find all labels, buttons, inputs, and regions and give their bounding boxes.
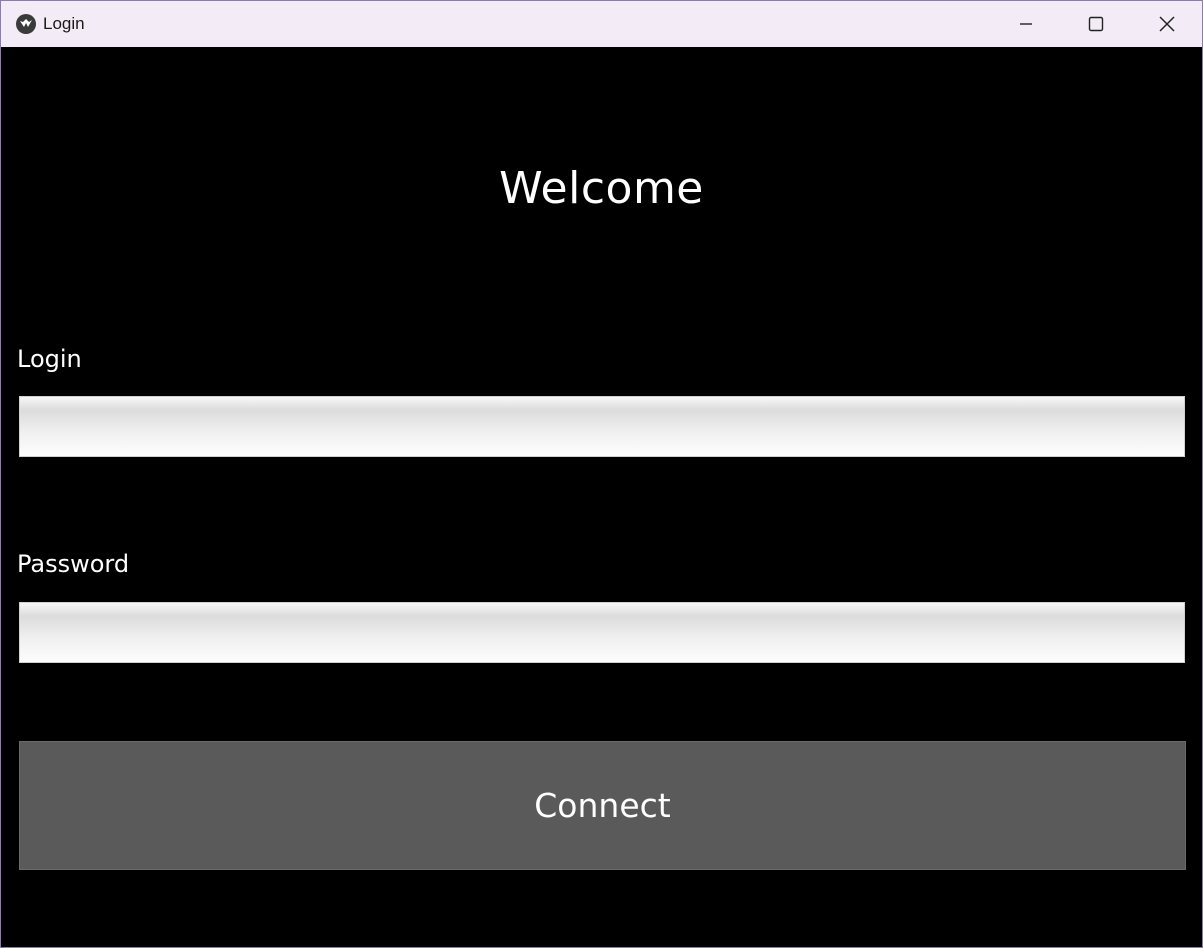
minimize-button[interactable] xyxy=(991,1,1061,47)
window-title: Login xyxy=(43,14,85,33)
kivy-logo-icon xyxy=(15,13,37,35)
connect-button[interactable]: Connect xyxy=(19,741,1186,870)
maximize-button[interactable] xyxy=(1061,1,1131,47)
page-title: Welcome xyxy=(499,163,704,214)
login-label: Login xyxy=(17,345,82,373)
password-input[interactable] xyxy=(19,602,1185,663)
close-button[interactable] xyxy=(1132,1,1202,47)
password-label: Password xyxy=(17,550,130,578)
login-window: Login Welcome Login Password Connect xyxy=(0,0,1203,948)
connect-button-label: Connect xyxy=(534,786,671,825)
title-bar[interactable]: Login xyxy=(1,1,1202,47)
minimize-icon xyxy=(1018,16,1034,32)
close-icon xyxy=(1158,15,1176,33)
login-input[interactable] xyxy=(19,396,1185,457)
login-form: Welcome Login Password Connect xyxy=(1,47,1202,947)
maximize-icon xyxy=(1088,16,1104,32)
